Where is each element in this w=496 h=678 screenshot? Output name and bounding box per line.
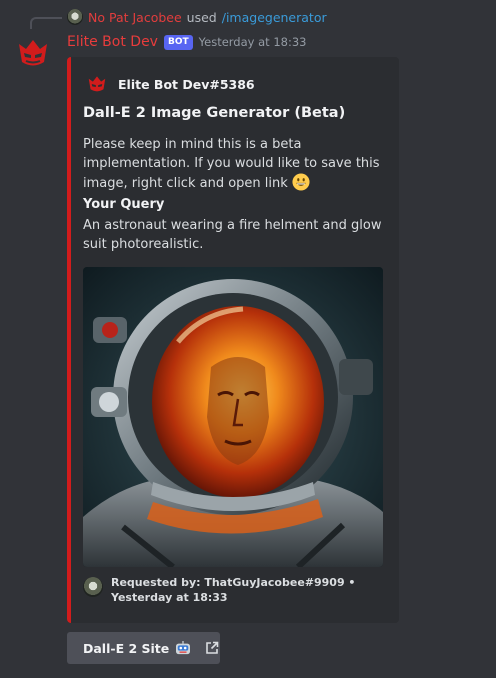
reply-connector-line (30, 17, 62, 29)
bot-avatar[interactable] (16, 36, 50, 70)
message-timestamp[interactable]: Yesterday at 18:33 (199, 35, 307, 49)
reply-used-text: used (186, 9, 217, 25)
embed-author-name: Elite Bot Dev#5386 (118, 76, 255, 92)
grinning-face-emoji (292, 173, 310, 191)
command-reply-bar[interactable]: No Pat Jacobee used /imagegenerator (67, 9, 327, 25)
embed-author: Elite Bot Dev#5386 (87, 74, 255, 94)
dalle-site-button-label: Dall-E 2 Site (83, 640, 170, 656)
dalle-site-link-button[interactable]: Dall-E 2 Site (67, 632, 220, 664)
generated-image[interactable] (83, 267, 383, 567)
bot-badge: BOT (163, 34, 193, 50)
robot-face-emoji (176, 641, 191, 655)
embed-card: Elite Bot Dev#5386 Dall-E 2 Image Genera… (67, 57, 399, 623)
reply-user-avatar[interactable] (67, 9, 83, 25)
author-logo-icon (88, 76, 106, 92)
embed-footer-text: Requested by: ThatGuyJacobee#9909 • Yest… (111, 576, 356, 604)
reply-username[interactable]: No Pat Jacobee (88, 10, 182, 25)
query-field-name: Your Query (83, 197, 165, 212)
embed-description-text: Please keep in mind this is a beta imple… (83, 137, 380, 191)
requester-avatar (83, 577, 103, 597)
slash-command-name[interactable]: /imagegenerator (222, 10, 327, 25)
embed-title: Dall-E 2 Image Generator (Beta) (83, 105, 346, 121)
message-header: Elite Bot Dev BOT Yesterday at 18:33 (67, 34, 306, 50)
bot-username[interactable]: Elite Bot Dev (67, 34, 158, 50)
astronaut-illustration (83, 267, 383, 567)
embed-description: Please keep in mind this is a beta imple… (83, 135, 391, 193)
external-link-icon (206, 641, 219, 654)
embed-footer: Requested by: ThatGuyJacobee#9909 • Yest… (83, 575, 381, 605)
query-field-value: An astronaut wearing a fire helment and … (83, 218, 382, 252)
